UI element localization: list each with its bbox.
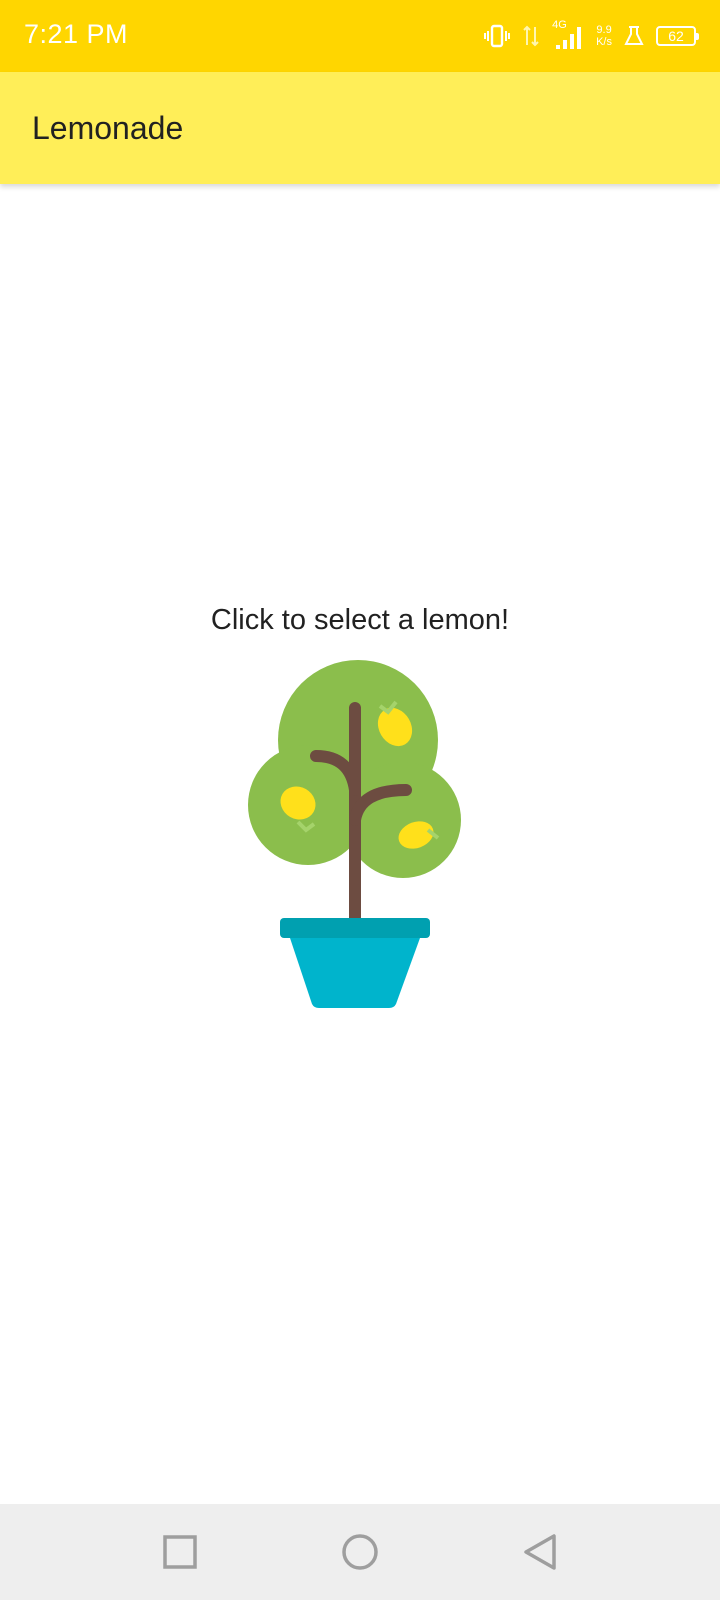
status-bar: 7:21 PM 4G 9.9 K/s 62 <box>0 0 720 72</box>
back-button[interactable] <box>516 1528 564 1576</box>
lemon-tree-button[interactable] <box>238 660 478 1030</box>
lemon-tree-icon <box>248 660 461 1008</box>
back-icon <box>524 1534 556 1570</box>
app-title: Lemonade <box>32 110 184 146</box>
recents-button[interactable] <box>156 1528 204 1576</box>
data-transfer-icon <box>522 23 540 49</box>
home-icon <box>342 1534 378 1570</box>
instruction-text: Click to select a lemon! <box>210 604 510 636</box>
app-bar: Lemonade <box>0 72 720 184</box>
network-speed-unit: K/s <box>596 36 612 48</box>
battery-icon: 62 <box>656 26 699 46</box>
signal-icon: 4G <box>552 19 584 51</box>
battery-level: 62 <box>668 28 684 44</box>
network-speed-value: 9.9 <box>596 24 612 36</box>
network-speed: 9.9 K/s <box>596 24 612 48</box>
recents-icon <box>163 1535 197 1569</box>
home-button[interactable] <box>336 1528 384 1576</box>
status-icons: 4G 9.9 K/s 62 <box>484 18 699 54</box>
status-time: 7:21 PM <box>24 19 129 49</box>
lab-flask-icon <box>624 25 644 47</box>
navigation-bar <box>0 1504 720 1600</box>
vibrate-icon <box>484 23 511 49</box>
